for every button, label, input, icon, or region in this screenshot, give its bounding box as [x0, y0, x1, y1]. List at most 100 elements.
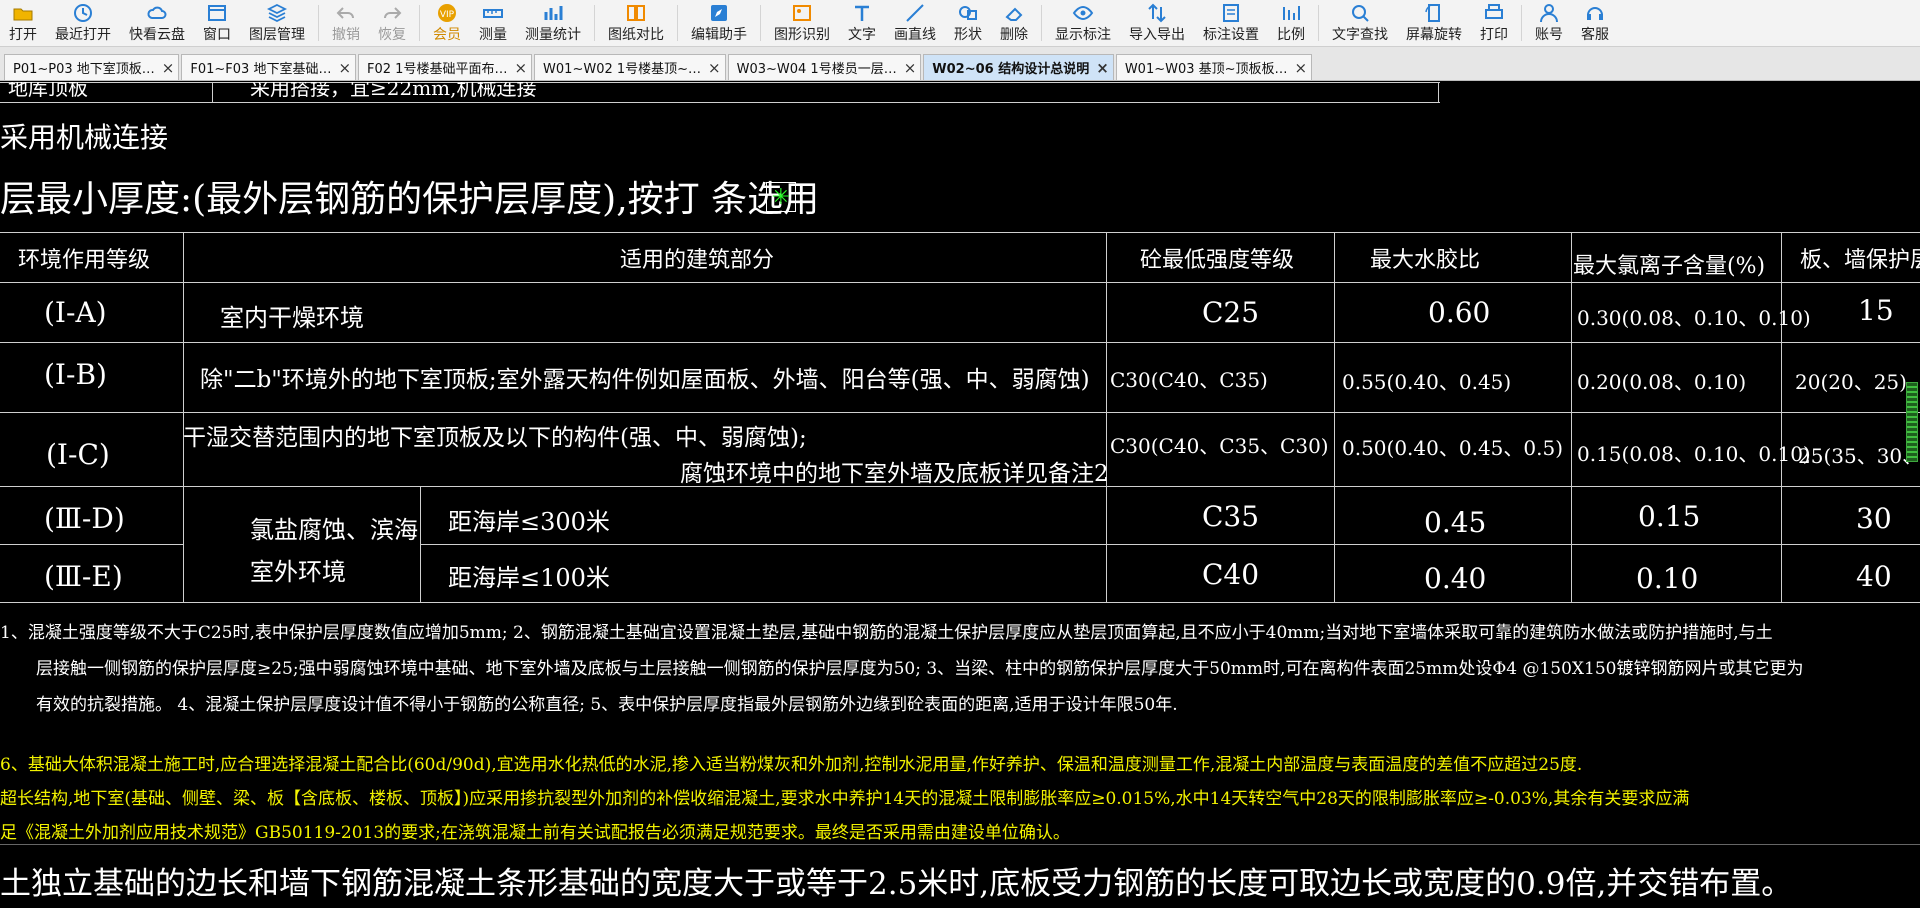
- account-label: 账号: [1535, 27, 1563, 43]
- row-wb: 0.55(0.40、0.45): [1342, 370, 1512, 394]
- divider: [0, 844, 1920, 845]
- eraser-icon: [1003, 2, 1025, 24]
- mark-settings-button[interactable]: 标注设置: [1194, 0, 1268, 46]
- text-label: 文字: [848, 27, 876, 43]
- close-icon[interactable]: ×: [1096, 59, 1109, 77]
- row-grade: (I-C): [46, 438, 110, 471]
- row-grade: (I-A): [44, 296, 107, 329]
- window-icon: [206, 2, 228, 24]
- rotate-button[interactable]: 屏幕旋转: [1397, 0, 1471, 46]
- layers-icon: [266, 2, 288, 24]
- cover-thickness-title: 层最小厚度:(最外层钢筋的保护层厚度),按打 条选用: [0, 179, 820, 220]
- close-icon[interactable]: ×: [708, 59, 721, 77]
- close-icon[interactable]: ×: [162, 59, 175, 77]
- document-tab[interactable]: F01~F03 地下室基础… ×: [181, 54, 357, 80]
- delete-label: 删除: [1000, 27, 1028, 43]
- edit-assist-button[interactable]: 编辑助手: [682, 0, 756, 46]
- document-tab[interactable]: W01~W02 1号楼基顶~… ×: [534, 54, 726, 80]
- table-border: [0, 342, 1920, 343]
- open-label: 打开: [9, 27, 37, 43]
- close-icon[interactable]: ×: [338, 59, 351, 77]
- line-button[interactable]: 画直线: [885, 0, 945, 46]
- tab-label: W03~W04 1号楼员一层…: [736, 62, 897, 77]
- search-text-icon: [1349, 2, 1371, 24]
- row-part: 除"二b"环境外的地下室顶板;室外露天构件例如屋面板、外墙、阳台等(强、中、弱腐…: [200, 367, 1090, 393]
- canvas-scroll-indicator[interactable]: [1906, 382, 1918, 462]
- vip-button[interactable]: VIP 会员: [424, 0, 470, 46]
- service-label: 客服: [1581, 27, 1609, 43]
- redo-label: 恢复: [378, 27, 406, 43]
- document-tab[interactable]: W03~W04 1号楼员一层… ×: [727, 54, 922, 80]
- recent-button[interactable]: 最近打开: [46, 0, 120, 46]
- shape-icon: [957, 2, 979, 24]
- tab-label: F01~F03 地下室基础…: [190, 62, 332, 77]
- drawing-canvas[interactable]: 地库顶板 采用搭接，宜≥22mm,机械连接 采用机械连接 层最小厚度:(最外层钢…: [0, 82, 1920, 908]
- delete-button[interactable]: 删除: [991, 0, 1037, 46]
- text-search-button[interactable]: 文字查找: [1323, 0, 1397, 46]
- document-tab[interactable]: P01~P03 地下室顶板… ×: [4, 54, 180, 80]
- measure-stats-button[interactable]: 测量统计: [516, 0, 590, 46]
- account-button[interactable]: 账号: [1526, 0, 1572, 46]
- text-icon: [851, 2, 873, 24]
- window-button[interactable]: 窗口: [194, 0, 240, 46]
- row-cl: 0.10: [1636, 562, 1699, 595]
- close-icon[interactable]: ×: [514, 59, 527, 77]
- toolbar-separator: [318, 5, 319, 41]
- main-toolbar: 打开 最近打开 快看云盘 窗口 图层管理 撤销 恢复 VIP 会员 测量 测量统计 图纸对比 编辑助手 图…: [0, 0, 1920, 47]
- close-icon[interactable]: ×: [1295, 59, 1308, 77]
- row-concrete: C30(C40、C35、C30): [1110, 434, 1329, 458]
- layers-label: 图层管理: [249, 27, 305, 43]
- service-button[interactable]: 客服: [1572, 0, 1618, 46]
- recent-label: 最近打开: [55, 27, 111, 43]
- compare-button[interactable]: 图纸对比: [599, 0, 673, 46]
- line-label: 画直线: [894, 27, 936, 43]
- shape-button[interactable]: 形状: [945, 0, 991, 46]
- text-button[interactable]: 文字: [839, 0, 885, 46]
- svg-text:VIP: VIP: [440, 10, 455, 20]
- row-cover: 25(35、30、30): [1798, 444, 1920, 468]
- redo-icon: [381, 2, 403, 24]
- cloud-button[interactable]: 快看云盘: [120, 0, 194, 46]
- shape-recog-button[interactable]: 图形识别: [765, 0, 839, 46]
- cut-text-right: 采用搭接，宜≥22mm,机械连接: [250, 82, 537, 100]
- row-cover: 20(20、25): [1795, 370, 1907, 394]
- table-border: [1334, 232, 1335, 602]
- document-tab[interactable]: W01~W03 基顶~顶板板… ×: [1115, 54, 1313, 80]
- scale-button[interactable]: 比例: [1268, 0, 1314, 46]
- table-border: [183, 232, 184, 602]
- tab-label: W01~W02 1号楼基顶~…: [543, 62, 702, 77]
- show-mark-label: 显示标注: [1055, 27, 1111, 43]
- printer-icon: [1483, 2, 1505, 24]
- header-env-grade: 环境作用等级: [18, 248, 151, 273]
- snap-marker-icon[interactable]: ✳: [766, 182, 796, 212]
- table-border: [0, 602, 1920, 603]
- line-icon: [904, 2, 926, 24]
- header-cover: 板、墙保护层: [1800, 248, 1920, 273]
- show-mark-button[interactable]: 显示标注: [1046, 0, 1120, 46]
- table-border: [0, 82, 1440, 83]
- document-tab[interactable]: F02 1号楼基础平面布… ×: [358, 54, 533, 80]
- layers-button[interactable]: 图层管理: [240, 0, 314, 46]
- measure-button[interactable]: 测量: [470, 0, 516, 46]
- tab-label: W01~W03 基顶~顶板板…: [1124, 62, 1288, 77]
- edit-assist-label: 编辑助手: [691, 27, 747, 43]
- import-export-button[interactable]: 导入导出: [1120, 0, 1194, 46]
- merged-label: 氯盐腐蚀、滨海: [250, 516, 418, 544]
- shape-label: 形状: [954, 27, 982, 43]
- open-button[interactable]: 打开: [0, 0, 46, 46]
- edit-icon: [708, 2, 730, 24]
- cloud-icon: [146, 2, 168, 24]
- vip-icon: VIP: [436, 2, 458, 24]
- close-icon[interactable]: ×: [904, 59, 917, 77]
- mechanical-connection-text: 采用机械连接: [0, 121, 169, 154]
- document-tab[interactable]: W02~06 结构设计总说明 ×: [923, 54, 1114, 80]
- row-concrete: C40: [1202, 558, 1260, 591]
- row-cl: 0.15(0.08、0.10、0.10): [1577, 442, 1811, 466]
- print-button[interactable]: 打印: [1471, 0, 1517, 46]
- row-cover: 40: [1856, 560, 1892, 593]
- toolbar-separator: [677, 5, 678, 41]
- toolbar-separator: [760, 5, 761, 41]
- bar-chart-icon: [542, 2, 564, 24]
- measure-label: 测量: [479, 27, 507, 43]
- merged-label: 室外环境: [250, 558, 346, 586]
